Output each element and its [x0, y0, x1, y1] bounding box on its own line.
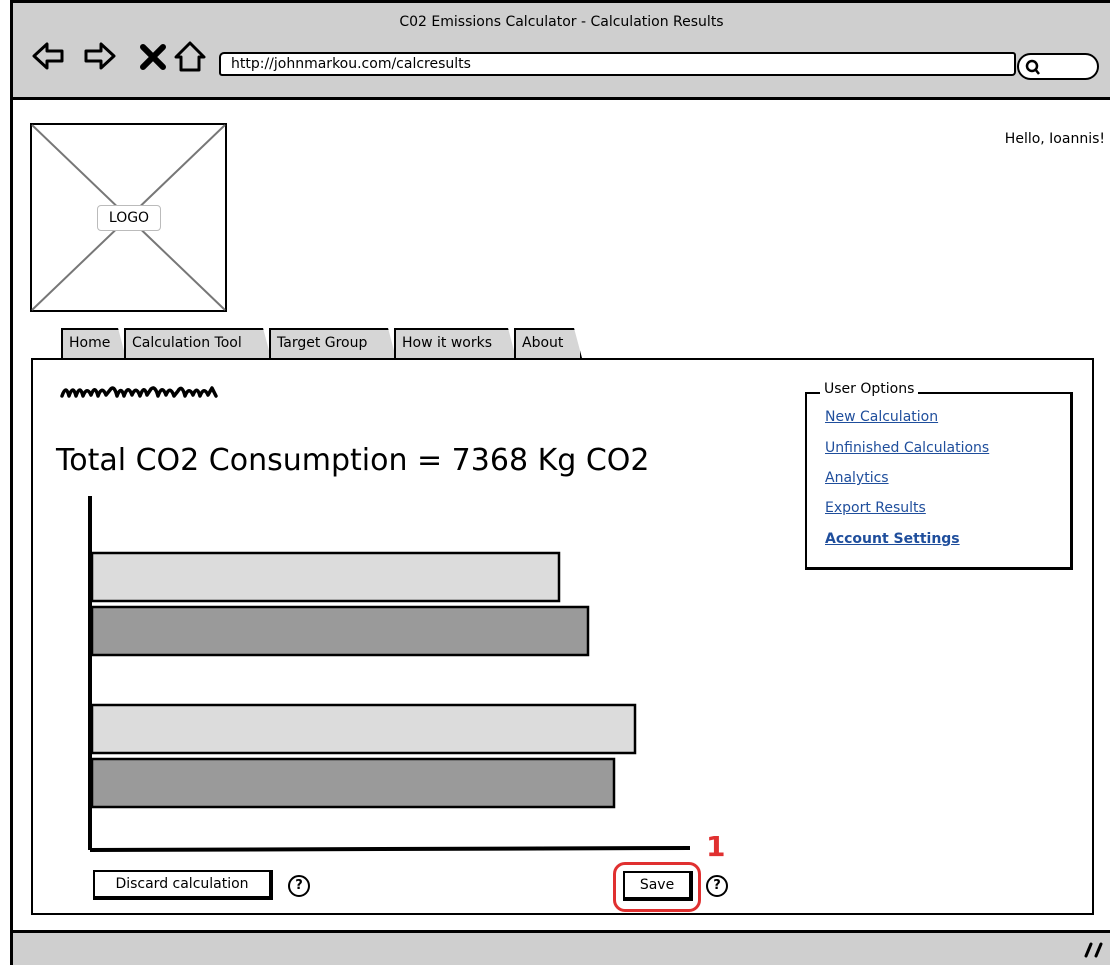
user-greeting: Hello, Ioannis! — [1004, 131, 1105, 147]
logo-label: LOGO — [97, 205, 161, 231]
search-field[interactable] — [1017, 53, 1099, 80]
resize-grip-icon[interactable] — [1083, 941, 1105, 959]
discard-help-icon[interactable]: ? — [288, 875, 310, 897]
annotation-number: 1 — [706, 830, 726, 863]
new-calculation-link[interactable]: New Calculation — [825, 409, 938, 425]
consumption-bar-chart — [88, 496, 691, 852]
chart-x-axis — [89, 846, 691, 852]
scribble-text-placeholder — [60, 386, 218, 398]
stop-x-icon[interactable] — [135, 38, 171, 74]
tab-calculation-tool[interactable]: Calculation Tool — [124, 328, 271, 358]
chart-bar-group2-bar1 — [90, 703, 637, 755]
unfinished-calculations-link[interactable]: Unfinished Calculations — [825, 440, 989, 456]
chart-bar-group1-bar2 — [90, 605, 590, 657]
export-results-link[interactable]: Export Results — [825, 500, 926, 516]
discard-calculation-button[interactable]: Discard calculation — [93, 870, 273, 900]
back-arrow-icon[interactable] — [30, 38, 66, 74]
search-icon — [1025, 59, 1040, 75]
user-options-legend: User Options — [820, 381, 919, 397]
save-help-icon[interactable]: ? — [706, 875, 728, 897]
account-settings-link[interactable]: Account Settings — [825, 531, 960, 547]
tab-home[interactable]: Home — [61, 328, 126, 358]
tab-about[interactable]: About — [514, 328, 582, 358]
tab-target-group[interactable]: Target Group — [269, 328, 396, 358]
logo-placeholder: LOGO — [30, 123, 227, 312]
total-consumption-heading: Total CO2 Consumption = 7368 Kg CO2 — [56, 443, 650, 478]
save-button[interactable]: Save — [623, 871, 693, 901]
browser-status-bar — [13, 930, 1110, 965]
home-icon[interactable] — [172, 38, 208, 74]
chart-bar-group2-bar2 — [90, 757, 616, 809]
tab-how-it-works[interactable]: How it works — [394, 328, 516, 358]
window-title: C02 Emissions Calculator - Calculation R… — [399, 14, 724, 30]
analytics-link[interactable]: Analytics — [825, 470, 889, 486]
url-input[interactable]: http://johnmarkou.com/calcresults — [219, 52, 1016, 76]
chart-bar-group1-bar1 — [90, 551, 561, 603]
forward-arrow-icon[interactable] — [82, 38, 118, 74]
